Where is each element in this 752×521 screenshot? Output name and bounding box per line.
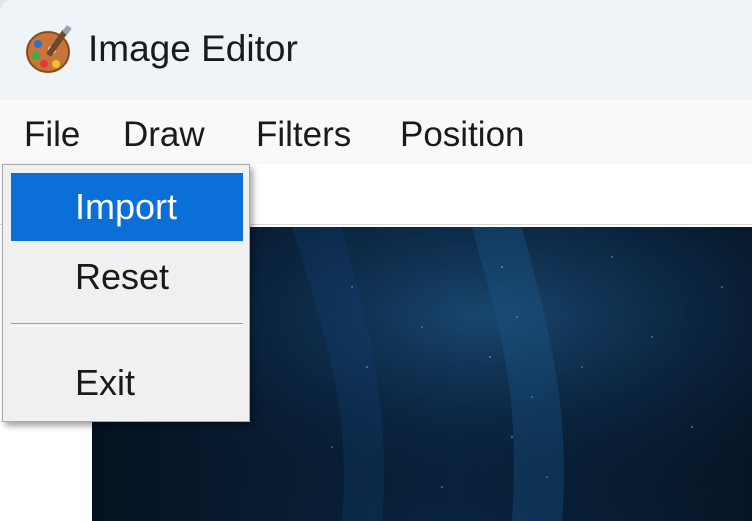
menu-bar: File Draw Filters Position <box>0 100 752 164</box>
menu-item-reset[interactable]: Reset <box>11 243 243 311</box>
menu-filters[interactable]: Filters <box>256 112 351 158</box>
file-dropdown-menu: Import Reset Exit <box>2 164 250 422</box>
menu-position[interactable]: Position <box>400 112 525 158</box>
menu-item-exit[interactable]: Exit <box>11 349 243 417</box>
app-window: Image Editor File Draw Filters Position <box>0 0 752 521</box>
palette-icon <box>26 25 72 73</box>
menu-draw[interactable]: Draw <box>123 112 205 158</box>
window-title: Image Editor <box>88 28 298 69</box>
menu-item-import[interactable]: Import <box>11 173 243 241</box>
menu-file[interactable]: File <box>24 112 80 158</box>
menu-separator <box>11 323 243 327</box>
title-bar[interactable]: Image Editor <box>0 0 752 100</box>
